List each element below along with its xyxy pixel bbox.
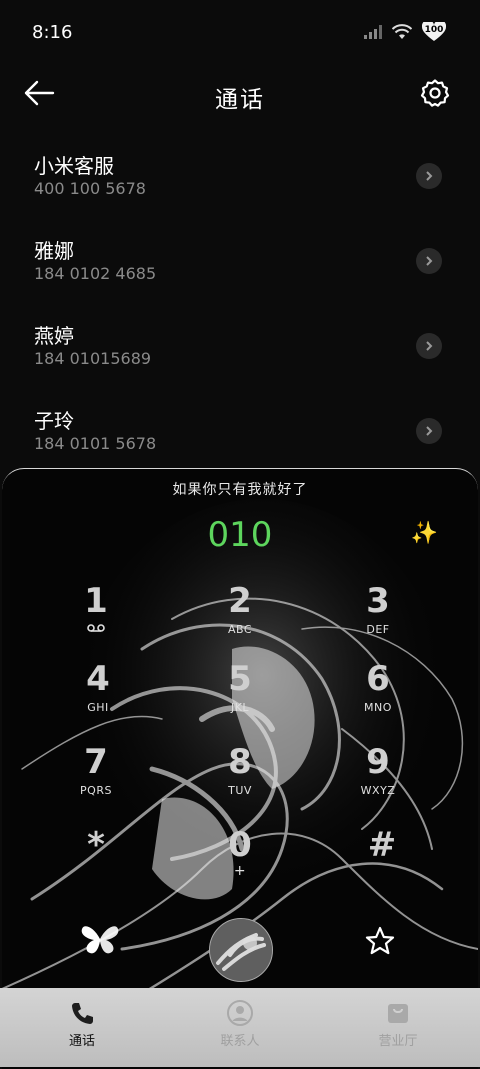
key-9[interactable]: 9 WXYZ — [328, 742, 428, 812]
contact-number: 400 100 5678 — [34, 179, 146, 198]
status-icons: 100 — [364, 22, 446, 42]
list-item[interactable]: 子玲 184 0101 5678 — [0, 391, 480, 476]
key-digit: 9 — [366, 742, 390, 782]
recent-calls-list: 小米客服 400 100 5678 雅娜 184 0102 4685 燕婷 18… — [0, 136, 480, 476]
avatar-image — [210, 919, 272, 981]
contact-name: 燕婷 — [34, 324, 74, 348]
contact-number: 184 0102 4685 — [34, 264, 157, 283]
battery-heart-icon: 100 — [422, 22, 446, 42]
tab-label: 营业厅 — [378, 1034, 418, 1049]
contact-number: 184 01015689 — [34, 349, 152, 368]
key-letters: PQRS — [80, 784, 112, 797]
bag-icon — [388, 1004, 408, 1023]
key-digit: 0 — [228, 825, 252, 865]
tab-calls[interactable]: 通话 — [22, 1000, 142, 1049]
contact-number: 184 0101 5678 — [34, 434, 157, 453]
chevron-right-icon — [426, 341, 433, 351]
status-bar: 8:16 100 — [0, 0, 480, 64]
key-hash[interactable]: # — [332, 825, 432, 895]
list-item[interactable]: 小米客服 400 100 5678 — [0, 136, 480, 221]
key-digit: 8 — [228, 742, 252, 782]
key-letters: JKL — [230, 701, 250, 714]
key-digit: 1 — [84, 581, 108, 621]
key-letters: GHI — [87, 701, 109, 714]
detail-button[interactable] — [416, 248, 442, 274]
key-digit: 4 — [86, 659, 110, 699]
signal-icon — [364, 25, 382, 39]
key-8[interactable]: 8 TUV — [190, 742, 290, 812]
key-digit: 3 — [366, 581, 390, 621]
chevron-right-icon — [426, 426, 433, 436]
key-6[interactable]: 6 MNO — [328, 659, 428, 729]
bottom-tab-bar: 通话 联系人 营业厅 — [0, 988, 480, 1067]
dialpad-panel: 如果你只有我就好了 010 ✨ 1 2 ABC 3 DEF 4 GHI 5 JK… — [2, 468, 478, 1069]
list-item[interactable]: 雅娜 184 0102 4685 — [0, 221, 480, 306]
key-letters: MNO — [364, 701, 392, 714]
contact-name: 雅娜 — [34, 239, 74, 263]
phone-icon — [72, 1003, 93, 1024]
settings-button[interactable] — [420, 78, 452, 110]
detail-button[interactable] — [416, 418, 442, 444]
tab-contacts[interactable]: 联系人 — [180, 1000, 300, 1049]
wifi-icon — [392, 24, 412, 39]
key-letters: + — [233, 863, 247, 879]
sparkle-icon[interactable]: ✨ — [411, 521, 438, 546]
key-1[interactable]: 1 — [46, 581, 146, 651]
header: 通话 — [0, 64, 480, 126]
list-item[interactable]: 燕婷 184 01015689 — [0, 306, 480, 391]
key-digit: 7 — [84, 742, 108, 782]
key-star[interactable]: * — [46, 825, 146, 895]
key-letters: DEF — [366, 623, 390, 636]
key-letters: WXYZ — [360, 784, 396, 797]
song-title: 如果你只有我就好了 — [172, 482, 308, 498]
call-button[interactable] — [209, 918, 273, 982]
key-4[interactable]: 4 GHI — [48, 659, 148, 729]
tab-service-hall[interactable]: 营业厅 — [338, 1000, 458, 1049]
contact-name: 小米客服 — [34, 154, 114, 178]
key-2[interactable]: 2 ABC — [190, 581, 290, 651]
key-digit: 2 — [228, 581, 252, 621]
key-digit: 5 — [228, 659, 252, 699]
key-digit: # — [367, 825, 397, 865]
detail-button[interactable] — [416, 163, 442, 189]
key-3[interactable]: 3 DEF — [328, 581, 428, 651]
key-0[interactable]: 0 + — [190, 825, 290, 895]
contact-name: 子玲 — [34, 409, 74, 433]
butterfly-button[interactable] — [78, 917, 122, 961]
star-icon — [365, 926, 395, 955]
detail-button[interactable] — [416, 333, 442, 359]
chevron-right-icon — [426, 171, 433, 181]
key-digit: 6 — [366, 659, 390, 699]
favorite-button[interactable] — [358, 919, 402, 963]
tab-label: 通话 — [68, 1034, 95, 1049]
person-icon — [227, 1000, 253, 1026]
page-title: 通话 — [215, 87, 265, 113]
chevron-right-icon — [426, 256, 433, 266]
tab-label: 联系人 — [220, 1034, 260, 1049]
key-letters: ABC — [227, 623, 253, 636]
battery-level: 100 — [424, 25, 444, 35]
key-5[interactable]: 5 JKL — [190, 659, 290, 729]
key-letters: TUV — [228, 784, 252, 797]
key-digit: * — [87, 825, 105, 865]
gear-icon — [420, 79, 450, 107]
butterfly-icon — [81, 926, 119, 954]
key-7[interactable]: 7 PQRS — [46, 742, 146, 812]
status-time: 8:16 — [32, 22, 73, 43]
dialed-number[interactable]: 010 — [2, 515, 478, 555]
voicemail-icon — [46, 623, 146, 636]
